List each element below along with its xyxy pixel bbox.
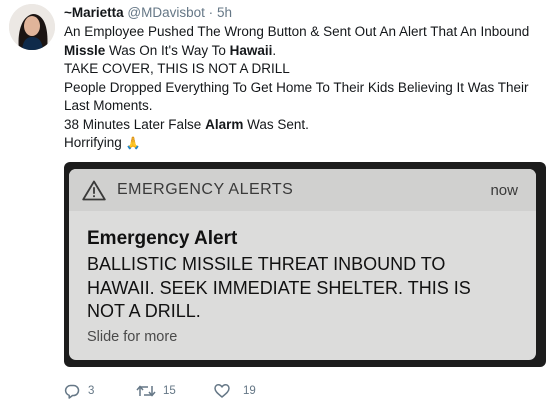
tweet-line: People Dropped Everything To Get Home To… (64, 79, 529, 114)
retweet-action[interactable]: 15 (136, 383, 186, 401)
display-name[interactable]: ~Marietta (64, 5, 124, 20)
emergency-alert-notification: EMERGENCY ALERTS now Emergency Alert BAL… (69, 169, 536, 360)
text-bold: Missle (64, 42, 106, 58)
text-bold: Hawaii (229, 42, 273, 58)
praying-hands-emoji: 🙏 (125, 136, 141, 150)
tweet-line: An Employee Pushed The Wrong Button & Se… (64, 23, 544, 42)
retweet-count: 15 (163, 385, 176, 397)
tweet-media-image[interactable]: EMERGENCY ALERTS now Emergency Alert BAL… (64, 162, 546, 367)
like-action[interactable]: 19 (214, 383, 264, 401)
notification-time: now (490, 182, 518, 199)
reply-icon (64, 384, 80, 399)
text-bold: Alarm (205, 116, 244, 132)
heart-icon (214, 384, 230, 398)
text-span: Was On It's Way To (105, 42, 230, 58)
text-span: Horrifying (64, 135, 122, 150)
notification-app-name: EMERGENCY ALERTS (117, 181, 294, 198)
text-span: An Employee Pushed The Wrong Button & Se… (64, 24, 530, 39)
tweet-line: Missle Was On It's Way To Hawaii. (64, 42, 544, 61)
notification-header: EMERGENCY ALERTS now (69, 169, 536, 211)
tweet: ~Marietta @MDavisbot · 5h An Employee Pu… (0, 0, 550, 404)
separator-dot: · (208, 5, 214, 20)
text-span: . (272, 42, 277, 58)
warning-triangle-icon (82, 180, 106, 201)
tweet-text: An Employee Pushed The Wrong Button & Se… (64, 23, 544, 153)
user-handle[interactable]: @MDavisbot (127, 5, 204, 20)
reply-action[interactable]: 3 (64, 383, 104, 401)
retweet-icon (136, 385, 156, 397)
reply-count: 3 (88, 385, 95, 397)
text-span: Was Sent. (243, 116, 309, 132)
text-span: 38 Minutes Later False (64, 116, 206, 132)
slide-for-more-hint: Slide for more (87, 329, 178, 345)
tweet-timestamp[interactable]: 5h (217, 5, 232, 20)
tweet-line: 38 Minutes Later False Alarm Was Sent. (64, 116, 544, 135)
tweet-line: Horrifying 🙏 (64, 134, 544, 153)
avatar-photo (9, 4, 55, 50)
like-count: 19 (243, 385, 256, 397)
tweet-header: ~Marietta @MDavisbot · 5h (64, 4, 232, 22)
tweet-line: TAKE COVER, THIS IS NOT A DRILL (64, 61, 290, 76)
notification-title: Emergency Alert (87, 228, 238, 249)
avatar[interactable] (9, 4, 55, 50)
notification-message: BALLISTIC MISSILE THREAT INBOUND TO HAWA… (87, 254, 471, 321)
